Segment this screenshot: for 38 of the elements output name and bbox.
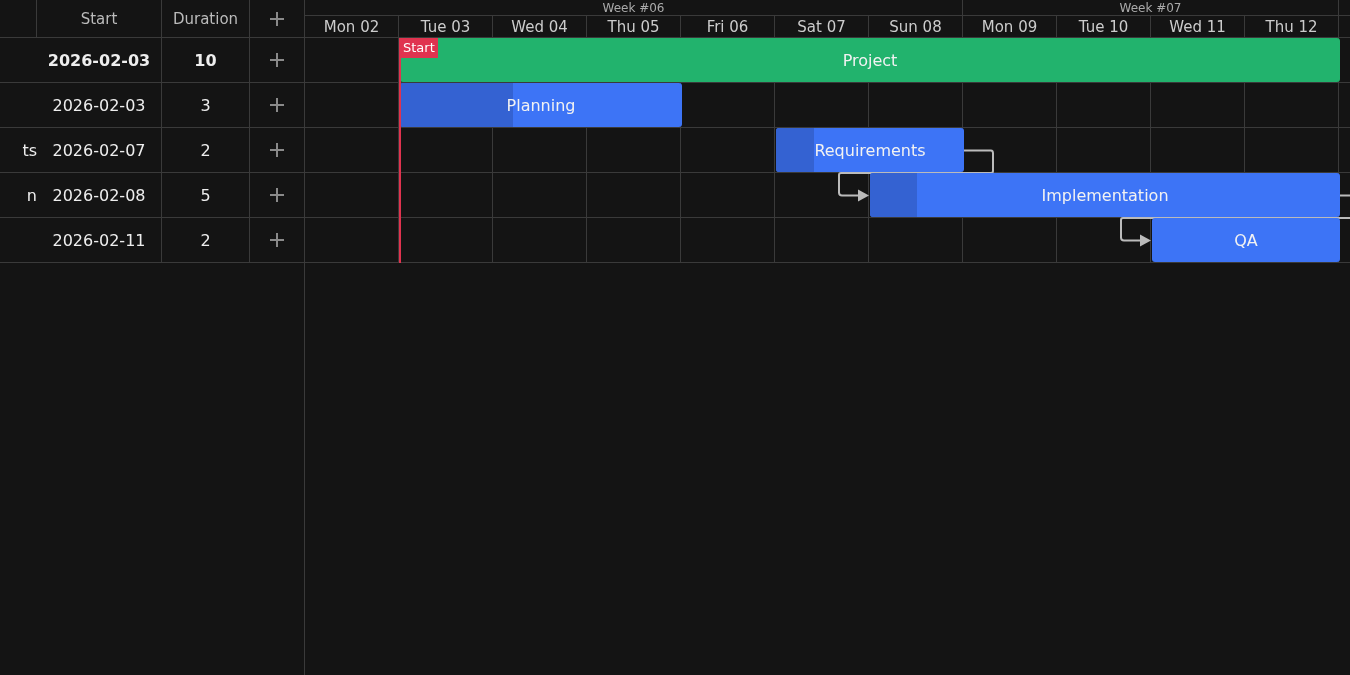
add-icon[interactable] <box>269 142 285 158</box>
column-header[interactable]: Duration <box>172 9 239 28</box>
task-bar[interactable]: QA <box>1152 218 1340 262</box>
start-date: 2026-02-07 <box>52 140 146 160</box>
start-date: 2026-02-03 <box>52 95 146 115</box>
day-label: Fri 06 <box>706 17 749 36</box>
duration: 3 <box>200 95 211 115</box>
add-icon[interactable] <box>269 187 285 203</box>
duration: 2 <box>200 230 211 250</box>
task-bar[interactable]: Planning <box>400 83 682 127</box>
add-icon[interactable] <box>269 52 285 68</box>
start-date: 2026-02-03 <box>47 50 151 70</box>
add-icon[interactable] <box>269 232 285 248</box>
duration: 2 <box>200 140 211 160</box>
day-label: Mon 02 <box>323 17 380 36</box>
week-label: Week #07 <box>1119 1 1182 15</box>
day-label: Tue 03 <box>420 17 471 36</box>
duration: 5 <box>200 185 211 205</box>
day-label: Mon 09 <box>981 17 1038 36</box>
marker-flag: Start <box>400 38 438 58</box>
day-label: Thu 12 <box>1265 17 1318 36</box>
column-header[interactable]: Start <box>80 9 118 28</box>
add-icon[interactable] <box>269 10 285 27</box>
day-label: Wed 11 <box>1169 17 1226 36</box>
task-name: ts <box>22 140 37 160</box>
start-date: 2026-02-11 <box>52 230 146 250</box>
task-bar[interactable]: Requirements <box>776 128 964 172</box>
task-name: n <box>26 185 37 205</box>
duration: 10 <box>194 50 217 70</box>
week-label: Week #06 <box>602 1 665 15</box>
add-icon[interactable] <box>269 97 285 113</box>
day-label: Sun 08 <box>889 17 942 36</box>
task-bar[interactable]: Implementation <box>870 173 1340 217</box>
start-date: 2026-02-08 <box>52 185 146 205</box>
day-label: Tue 10 <box>1078 17 1129 36</box>
day-label: Wed 04 <box>511 17 568 36</box>
day-label: Sat 07 <box>797 17 846 36</box>
day-label: Thu 05 <box>607 17 660 36</box>
